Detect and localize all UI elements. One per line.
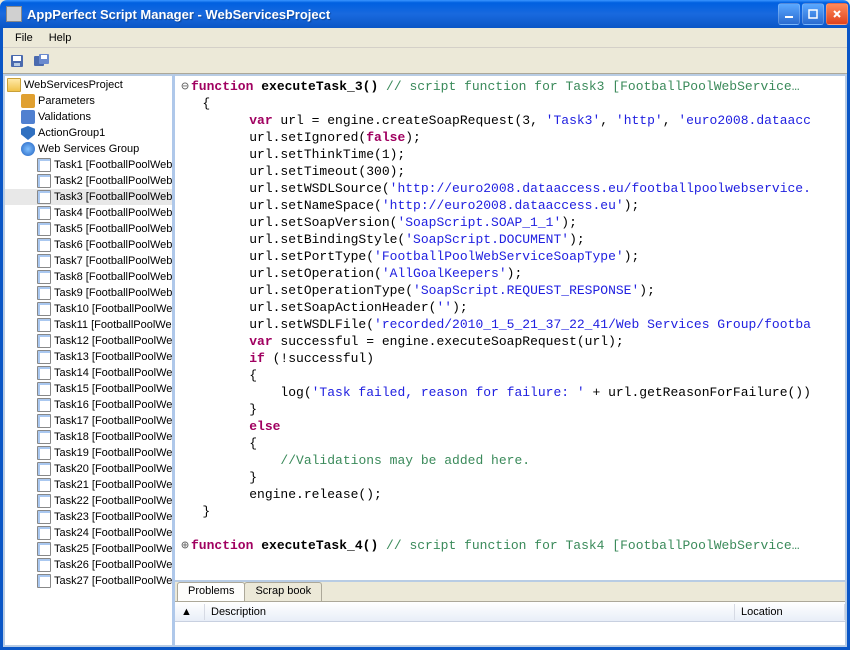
tree-task-10[interactable]: Task10 [FootballPoolWebService] xyxy=(5,301,172,317)
code-editor[interactable]: ⊖function executeTask_3() // script func… xyxy=(175,74,847,582)
tree-actiongroup[interactable]: ActionGroup1 xyxy=(5,125,172,141)
tab-scrap-book[interactable]: Scrap book xyxy=(244,582,322,601)
maximize-button[interactable] xyxy=(802,3,824,25)
column-description[interactable]: Description xyxy=(205,604,735,620)
tree-task-13[interactable]: Task13 [FootballPoolWebService] xyxy=(5,349,172,365)
tree-task-12[interactable]: Task12 [FootballPoolWebService] xyxy=(5,333,172,349)
menubar: File Help xyxy=(3,28,847,48)
file-icon xyxy=(37,414,51,428)
file-icon xyxy=(37,286,51,300)
tree-task-20[interactable]: Task20 [FootballPoolWebService] xyxy=(5,461,172,477)
tree-task-5[interactable]: Task5 [FootballPoolWebService] xyxy=(5,221,172,237)
tree-task-18[interactable]: Task18 [FootballPoolWebService] xyxy=(5,429,172,445)
file-icon xyxy=(37,318,51,332)
tree-task-11[interactable]: Task11 [FootballPoolWebService] xyxy=(5,317,172,333)
tree-task-19[interactable]: Task19 [FootballPoolWebService] xyxy=(5,445,172,461)
tree-task-16[interactable]: Task16 [FootballPoolWebService] xyxy=(5,397,172,413)
problems-table[interactable]: ▲ Description Location xyxy=(175,602,845,645)
file-icon xyxy=(37,366,51,380)
toolbar xyxy=(3,48,847,74)
menu-help[interactable]: Help xyxy=(41,30,80,46)
params-icon xyxy=(21,94,35,108)
tree-wsgroup[interactable]: Web Services Group xyxy=(5,141,172,157)
tab-problems[interactable]: Problems xyxy=(177,582,245,601)
bottom-panel: Problems Scrap book ▲ Description Locati… xyxy=(175,582,847,647)
valid-icon xyxy=(21,110,35,124)
tree-task-21[interactable]: Task21 [FootballPoolWebService] xyxy=(5,477,172,493)
tree-validations[interactable]: Validations xyxy=(5,109,172,125)
minimize-button[interactable] xyxy=(778,3,800,25)
file-icon xyxy=(37,270,51,284)
tree-task-25[interactable]: Task25 [FootballPoolWebService] xyxy=(5,541,172,557)
file-icon xyxy=(37,574,51,588)
file-icon xyxy=(37,446,51,460)
tree-task-6[interactable]: Task6 [FootballPoolWebService] xyxy=(5,237,172,253)
column-location[interactable]: Location xyxy=(735,604,845,620)
save-all-icon[interactable] xyxy=(32,51,52,71)
save-icon[interactable] xyxy=(7,51,27,71)
file-icon xyxy=(37,494,51,508)
tree-task-1[interactable]: Task1 [FootballPoolWebService] xyxy=(5,157,172,173)
file-icon xyxy=(37,430,51,444)
file-icon xyxy=(37,238,51,252)
tree-task-14[interactable]: Task14 [FootballPoolWebService] xyxy=(5,365,172,381)
shield-icon xyxy=(21,126,35,140)
tree-task-26[interactable]: Task26 [FootballPoolWebService] xyxy=(5,557,172,573)
file-icon xyxy=(37,382,51,396)
window-title: AppPerfect Script Manager - WebServicesP… xyxy=(27,7,778,22)
tree-task-8[interactable]: Task8 [FootballPoolWebService] xyxy=(5,269,172,285)
project-tree-panel: WebServicesProjectParametersValidationsA… xyxy=(3,74,175,647)
file-icon xyxy=(37,526,51,540)
tree-task-4[interactable]: Task4 [FootballPoolWebService] xyxy=(5,205,172,221)
file-icon xyxy=(37,158,51,172)
file-icon xyxy=(37,478,51,492)
file-icon xyxy=(37,398,51,412)
tree-task-15[interactable]: Task15 [FootballPoolWebService] xyxy=(5,381,172,397)
tree-task-23[interactable]: Task23 [FootballPoolWebService] xyxy=(5,509,172,525)
tree-task-9[interactable]: Task9 [FootballPoolWebService] xyxy=(5,285,172,301)
tree-task-7[interactable]: Task7 [FootballPoolWebService] xyxy=(5,253,172,269)
tree-task-3[interactable]: Task3 [FootballPoolWebService] xyxy=(5,189,172,205)
file-icon xyxy=(37,462,51,476)
globe-icon xyxy=(21,142,35,156)
file-icon xyxy=(37,206,51,220)
file-icon xyxy=(37,510,51,524)
file-icon xyxy=(37,222,51,236)
file-icon xyxy=(37,334,51,348)
window-titlebar: AppPerfect Script Manager - WebServicesP… xyxy=(0,0,850,28)
file-icon xyxy=(37,190,51,204)
tree-task-2[interactable]: Task2 [FootballPoolWebService] xyxy=(5,173,172,189)
project-tree-scroll[interactable]: WebServicesProjectParametersValidationsA… xyxy=(5,76,172,645)
file-icon xyxy=(37,174,51,188)
tree-task-17[interactable]: Task17 [FootballPoolWebService] xyxy=(5,413,172,429)
file-icon xyxy=(37,350,51,364)
app-icon xyxy=(6,6,22,22)
file-icon xyxy=(37,302,51,316)
tree-task-22[interactable]: Task22 [FootballPoolWebService] xyxy=(5,493,172,509)
tree-root[interactable]: WebServicesProject xyxy=(5,77,172,93)
column-sort[interactable]: ▲ xyxy=(175,604,205,620)
file-icon xyxy=(37,542,51,556)
tree-parameters[interactable]: Parameters xyxy=(5,93,172,109)
menu-file[interactable]: File xyxy=(7,30,41,46)
file-icon xyxy=(37,558,51,572)
close-button[interactable] xyxy=(826,3,848,25)
tree-task-24[interactable]: Task24 [FootballPoolWebService] xyxy=(5,525,172,541)
folder-icon xyxy=(7,78,21,92)
file-icon xyxy=(37,254,51,268)
tree-task-27[interactable]: Task27 [FootballPoolWebService] xyxy=(5,573,172,589)
